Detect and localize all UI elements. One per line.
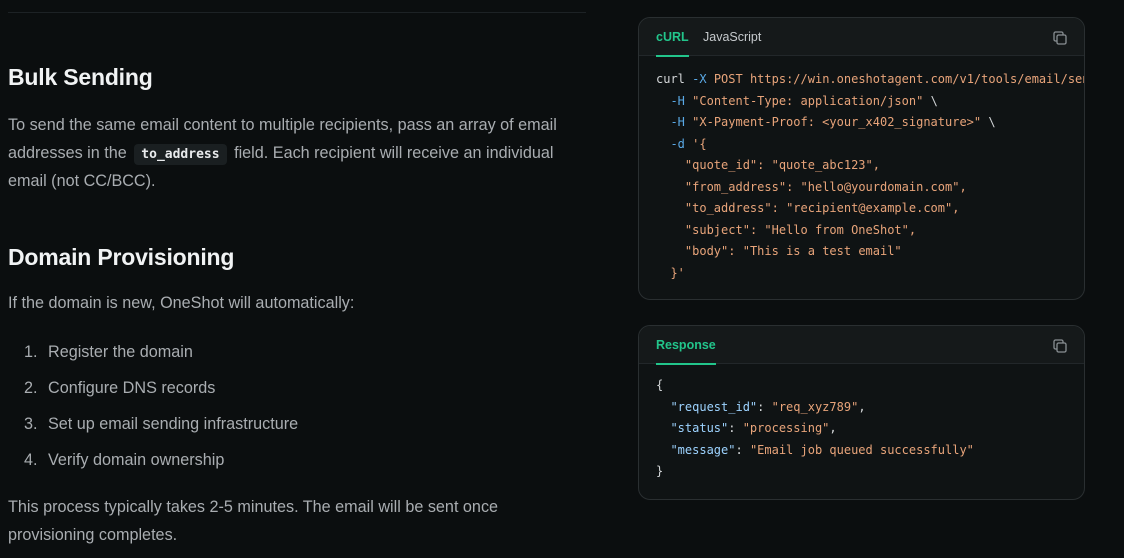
request-card-header: cURL JavaScript (639, 18, 1084, 57)
tab-response[interactable]: Response (656, 326, 716, 365)
copy-request-button[interactable] (1052, 30, 1068, 46)
list-item: 4. Verify domain ownership (24, 451, 225, 469)
response-card-header: Response (639, 326, 1084, 365)
list-item: 3. Set up email sending infrastructure (24, 415, 299, 433)
bulk-sending-paragraph: To send the same email content to multip… (8, 116, 557, 190)
bulk-sending-heading: Bulk Sending (8, 64, 153, 90)
tab-javascript[interactable]: JavaScript (703, 18, 761, 56)
section-divider (8, 12, 586, 13)
closing-paragraph: This process typically takes 2-5 minutes… (8, 498, 499, 544)
domain-intro-text: If the domain is new, OneShot will autom… (8, 294, 355, 312)
request-code-block: curl -X POST https://win.oneshotagent.co… (656, 72, 1085, 280)
docs-page: Bulk Sending To send the same email cont… (0, 0, 1124, 558)
list-item: 1. Register the domain (24, 343, 193, 361)
response-code-card: Response { "request_id": "req_xyz789", "… (638, 325, 1085, 500)
to-address-code: to_address (134, 143, 227, 165)
tab-curl[interactable]: cURL (656, 18, 689, 57)
copy-response-button[interactable] (1052, 338, 1068, 354)
provisioning-steps: 1. Register the domain 2. Configure DNS re… (8, 340, 298, 484)
copy-icon (1053, 31, 1067, 45)
domain-provisioning-heading: Domain Provisioning (8, 244, 235, 270)
request-code-card: cURL JavaScript curl -X POST https://win… (638, 17, 1085, 300)
copy-icon (1053, 339, 1067, 353)
list-item: 2. Configure DNS records (24, 379, 216, 397)
response-code-block: { "request_id": "req_xyz789", "status": … (656, 378, 974, 478)
